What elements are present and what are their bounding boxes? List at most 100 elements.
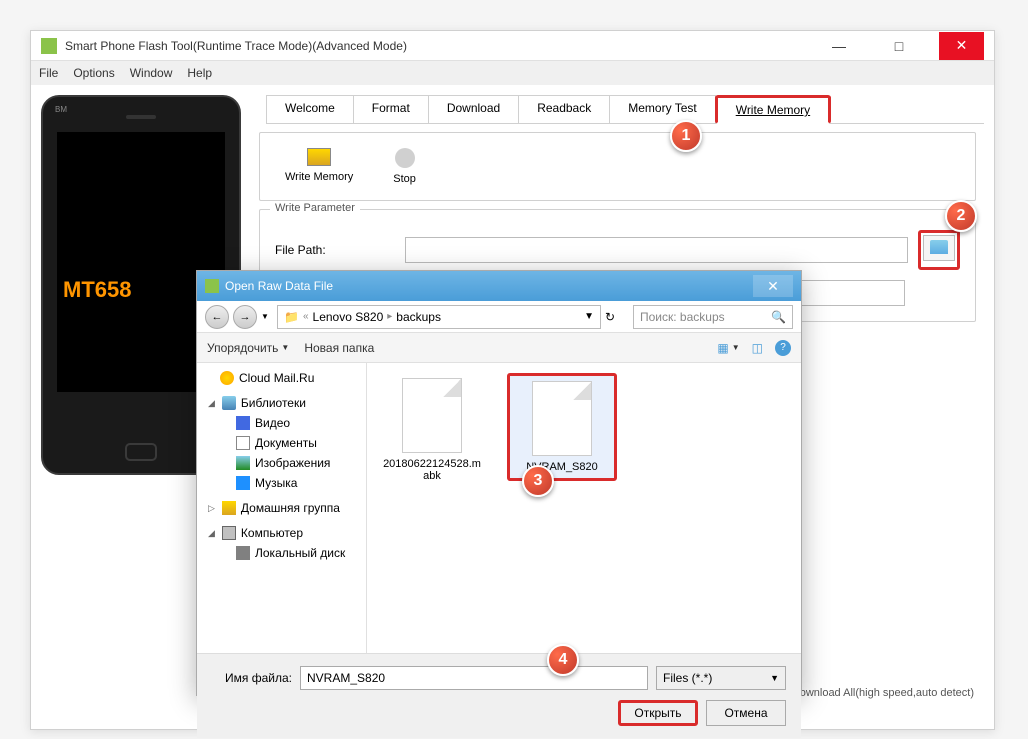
phone-brand: BM (55, 105, 67, 114)
browse-highlight (918, 230, 960, 270)
expand-icon: ◢ (208, 528, 215, 539)
file-path-input[interactable] (405, 237, 908, 263)
disk-icon (236, 546, 250, 560)
document-icon (236, 436, 250, 450)
file-dialog: Open Raw Data File ✕ ← → ▼ 📁 « Lenovo S8… (196, 270, 802, 696)
write-memory-button[interactable]: Write Memory (285, 148, 353, 185)
sidebar-item-computer[interactable]: ◢Компьютер (202, 518, 361, 543)
dialog-bottom: Имя файла: Files (*.*) ▼ Открыть Отмена (197, 653, 801, 738)
view-mode-button[interactable]: ▦ ▼ (717, 341, 739, 355)
video-icon (236, 416, 250, 430)
breadcrumb-dropdown-icon[interactable]: ▼ (584, 311, 594, 322)
tab-write-memory[interactable]: Write Memory (715, 95, 831, 124)
file-icon (402, 378, 462, 453)
file-item[interactable]: 20180622124528.mabk (377, 373, 487, 487)
callout-3: 3 (522, 465, 554, 497)
tab-welcome[interactable]: Welcome (266, 95, 354, 123)
expand-icon: ◢ (208, 398, 215, 409)
filename-input[interactable] (300, 666, 648, 690)
open-button[interactable]: Открыть (618, 700, 698, 726)
dialog-nav: ← → ▼ 📁 « Lenovo S820 ▸ backups ▼ ↻ Поис… (197, 301, 801, 333)
tab-memory-test[interactable]: Memory Test (609, 95, 715, 123)
sidebar-item-documents[interactable]: Документы (202, 433, 361, 453)
sidebar-item-libraries[interactable]: ◢Библиотеки (202, 388, 361, 413)
dialog-sidebar: Cloud Mail.Ru ◢Библиотеки Видео Документ… (197, 363, 367, 653)
file-filter-dropdown[interactable]: Files (*.*) ▼ (656, 666, 786, 690)
phone-chip-text: MT658 (63, 277, 131, 303)
nav-back-button[interactable]: ← (205, 305, 229, 329)
stop-icon (395, 148, 415, 168)
tab-download[interactable]: Download (428, 95, 519, 123)
sidebar-item-images[interactable]: Изображения (202, 453, 361, 473)
breadcrumb-1[interactable]: Lenovo S820 (313, 310, 384, 324)
breadcrumb-sep: « (303, 311, 309, 322)
menu-window[interactable]: Window (130, 66, 173, 80)
callout-4: 4 (547, 644, 579, 676)
breadcrumb[interactable]: 📁 « Lenovo S820 ▸ backups ▼ (277, 305, 601, 329)
dropdown-icon: ▼ (732, 343, 740, 352)
dialog-toolbar: Упорядочить ▼ Новая папка ▦ ▼ ◫ ? (197, 333, 801, 363)
expand-icon: ▷ (208, 503, 215, 514)
toolbar: Write Memory Stop (259, 132, 976, 201)
tab-readback[interactable]: Readback (518, 95, 610, 123)
breadcrumb-sep: ▸ (387, 311, 392, 322)
sidebar-item-cloud[interactable]: Cloud Mail.Ru (202, 368, 361, 388)
nav-forward-button[interactable]: → (233, 305, 257, 329)
dialog-icon (205, 279, 219, 293)
folder-icon (930, 240, 948, 254)
maximize-button[interactable] (879, 32, 919, 60)
phone-home-button (125, 443, 157, 461)
tab-format[interactable]: Format (353, 95, 429, 123)
app-icon (41, 38, 57, 54)
dialog-close-button[interactable]: ✕ (753, 275, 793, 297)
stop-button[interactable]: Stop (393, 148, 416, 185)
help-icon[interactable]: ? (775, 340, 791, 356)
minimize-button[interactable] (819, 32, 859, 60)
breadcrumb-2[interactable]: backups (396, 310, 441, 324)
refresh-button[interactable]: ↻ (605, 310, 629, 324)
phone-speaker (126, 115, 156, 119)
sidebar-item-homegroup[interactable]: ▷Домашняя группа (202, 493, 361, 518)
library-icon (222, 396, 236, 410)
status-text: ownload All(high speed,auto detect) (800, 687, 974, 699)
sidebar-item-music[interactable]: Музыка (202, 473, 361, 493)
menubar: File Options Window Help (31, 61, 994, 85)
search-placeholder: Поиск: backups (640, 310, 725, 324)
menu-options[interactable]: Options (73, 66, 114, 80)
menu-file[interactable]: File (39, 66, 58, 80)
cloud-icon (220, 371, 234, 385)
search-input[interactable]: Поиск: backups 🔍 (633, 305, 793, 329)
file-name: 20180622124528.mabk (382, 458, 482, 482)
group-label: Write Parameter (270, 202, 360, 214)
filename-label: Имя файла: (212, 671, 292, 685)
callout-1: 1 (670, 120, 702, 152)
file-icon (532, 381, 592, 456)
preview-pane-button[interactable]: ◫ (752, 341, 763, 355)
nav-history-dropdown[interactable]: ▼ (261, 312, 273, 321)
computer-icon (222, 526, 236, 540)
search-icon: 🔍 (771, 310, 786, 324)
dropdown-icon: ▼ (770, 673, 779, 683)
browse-button[interactable] (923, 235, 955, 261)
dialog-title: Open Raw Data File (225, 279, 753, 293)
write-memory-label: Write Memory (285, 171, 353, 183)
organize-button[interactable]: Упорядочить ▼ (207, 341, 289, 355)
callout-2: 2 (945, 200, 977, 232)
dropdown-icon: ▼ (281, 343, 289, 352)
titlebar: Smart Phone Flash Tool(Runtime Trace Mod… (31, 31, 994, 61)
file-list: 20180622124528.mabk NVRAM_S820 (367, 363, 801, 653)
window-title: Smart Phone Flash Tool(Runtime Trace Mod… (65, 39, 819, 53)
new-folder-button[interactable]: Новая папка (304, 341, 374, 355)
view-icon: ▦ (717, 341, 728, 355)
cancel-button[interactable]: Отмена (706, 700, 786, 726)
sidebar-item-video[interactable]: Видео (202, 413, 361, 433)
close-button[interactable] (939, 32, 984, 60)
chip-icon (307, 148, 331, 166)
file-path-label: File Path: (275, 243, 395, 257)
tabs: Welcome Format Download Readback Memory … (266, 95, 984, 124)
menu-help[interactable]: Help (187, 66, 212, 80)
breadcrumb-folder-icon: 📁 (284, 310, 299, 324)
file-item-selected[interactable]: NVRAM_S820 (507, 373, 617, 481)
homegroup-icon (222, 501, 236, 515)
sidebar-item-localdisk[interactable]: Локальный диск (202, 543, 361, 563)
